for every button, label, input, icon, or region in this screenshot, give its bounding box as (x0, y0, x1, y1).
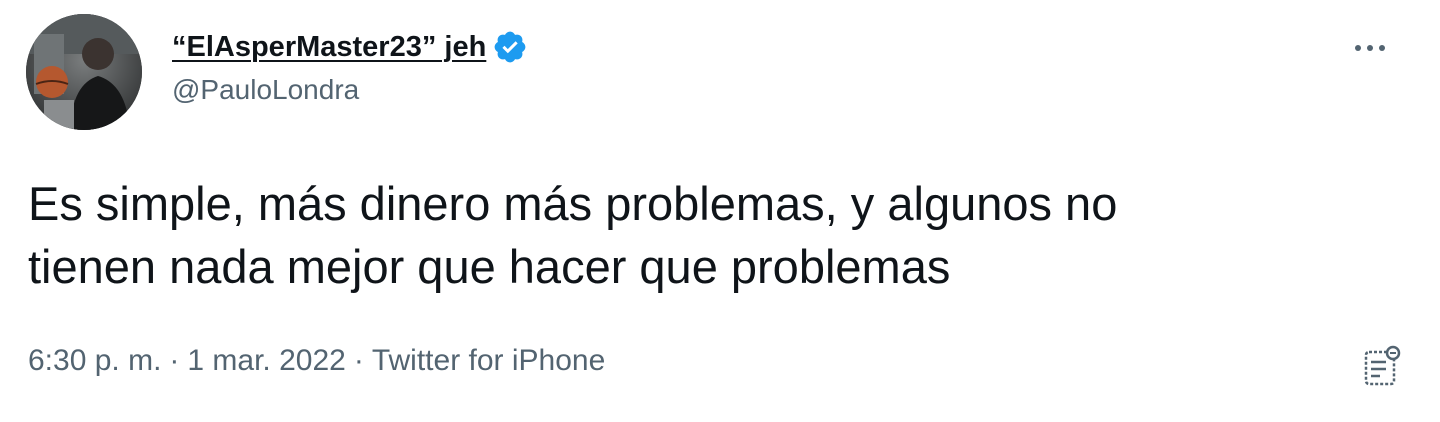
avatar[interactable] (26, 14, 142, 130)
tweet-date[interactable]: 1 mar. 2022 (187, 344, 345, 378)
handle[interactable]: @PauloLondra (172, 74, 1320, 106)
meta-separator: · (353, 344, 364, 377)
more-options-icon[interactable] (1342, 30, 1398, 66)
more-dot (1379, 45, 1385, 51)
tweet-text-line: tienen nada mejor que hacer que problema… (28, 240, 951, 293)
tweet-time[interactable]: 6:30 p. m. (28, 344, 161, 378)
analytics-icon[interactable] (1360, 344, 1402, 388)
tweet-card: “ElAsperMaster23” jeh @PauloLondra Es si… (0, 0, 1440, 422)
name-row: “ElAsperMaster23” jeh (172, 26, 1320, 68)
more-dot (1355, 45, 1361, 51)
avatar-photo (26, 14, 142, 130)
verified-badge-icon (492, 29, 528, 65)
meta-separator: · (169, 344, 180, 377)
more-dot (1367, 45, 1373, 51)
tweet-header: “ElAsperMaster23” jeh @PauloLondra (172, 26, 1320, 106)
tweet-metadata: 6:30 p. m. · 1 mar. 2022 · Twitter for i… (28, 344, 605, 378)
display-name[interactable]: “ElAsperMaster23” jeh (172, 31, 486, 64)
tweet-text: Es simple, más dinero más problemas, y a… (28, 172, 1388, 298)
tweet-text-line: Es simple, más dinero más problemas, y a… (28, 177, 1118, 230)
tweet-source[interactable]: Twitter for iPhone (372, 344, 605, 378)
